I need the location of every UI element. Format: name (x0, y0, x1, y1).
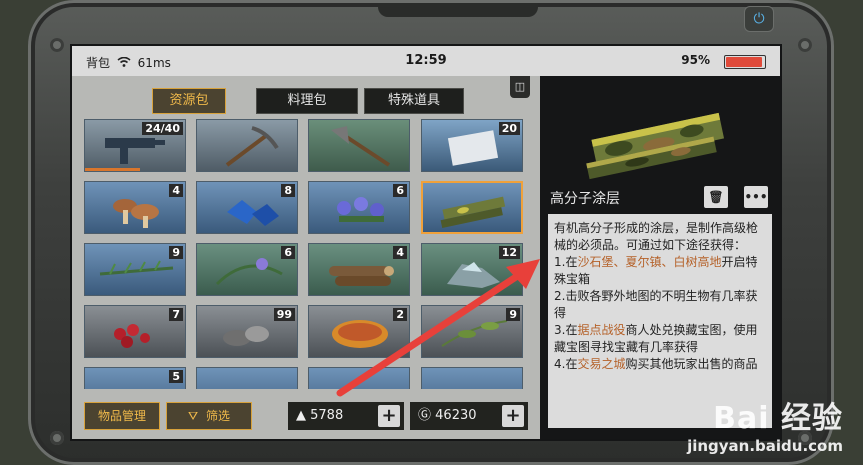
filter-label: 筛选 (206, 409, 231, 423)
inventory-slot-leaf-branch[interactable]: 9 (421, 305, 523, 358)
inventory-slot-partial[interactable] (308, 367, 410, 389)
item-count: 6 (393, 184, 407, 197)
bolt-decoration (798, 38, 812, 52)
partial-icon (309, 368, 410, 389)
silver-amount: 5788 (310, 408, 344, 423)
inventory-slot-wood-logs[interactable]: 4 (308, 243, 410, 296)
desc-line-3: 3.在据点战役商人处兑换藏宝图，使用藏宝图寻找宝藏有几率获得 (554, 322, 766, 356)
desc-intro: 有机高分子形成的涂层，是制作高级枪械的必须品。可通过如下途径获得： (554, 221, 759, 252)
item-manage-button[interactable]: 物品管理 (84, 402, 160, 430)
desc-highlight-place: 交易之城 (577, 357, 626, 371)
desc-highlight-places: 沙石堡、夏尔镇、白树高地 (577, 255, 722, 269)
bolt-decoration (50, 38, 64, 52)
inventory-slot-mushrooms[interactable]: 4 (84, 181, 186, 234)
inventory-slot-axe[interactable] (308, 119, 410, 172)
battery-percent: 95% (681, 53, 710, 67)
battery-icon (724, 55, 766, 69)
bolt-decoration (50, 431, 64, 445)
desc-text: 购买其他玩家出售的商品 (625, 357, 758, 371)
add-gold-button[interactable]: + (502, 405, 524, 427)
watermark: Bai 经验 jingyan.baidu.com (687, 393, 843, 455)
add-silver-button[interactable]: + (378, 405, 400, 427)
tab-special-items[interactable]: 特殊道具 (364, 88, 464, 114)
item-count: 24/40 (142, 122, 183, 135)
inventory-slot-herb-flower[interactable]: 6 (196, 243, 298, 296)
partial-icon (197, 368, 298, 389)
item-count: 20 (498, 122, 520, 135)
desc-highlight-place: 据点战役 (577, 323, 626, 337)
silver-icon: ▲ (296, 408, 306, 423)
camo-coating-preview-icon (586, 112, 725, 180)
item-count: 12 (498, 246, 520, 259)
battery-fill (726, 57, 763, 67)
item-count: 9 (169, 246, 183, 259)
item-grid: 24/40 20 4 8 6 9 6 4 12 7 99 2 9 5 (84, 119, 530, 389)
inventory-slot-red-berries[interactable]: 7 (84, 305, 186, 358)
tab-cooking-pack[interactable]: 料理包 (256, 88, 358, 114)
status-bar: 背包 61ms 12:59 95% (72, 46, 780, 76)
desc-text: 1.在 (554, 255, 578, 269)
item-count: 7 (169, 308, 183, 321)
item-count: 5 (169, 370, 183, 383)
inventory-slot-partial[interactable] (421, 367, 523, 389)
inventory-panel: 资源包 料理包 特殊道具 ◫ 24/40 20 4 8 6 9 6 4 12 7 99 2 9 5 物品管… (72, 76, 540, 439)
tab-resource-pack[interactable]: 资源包 (152, 88, 226, 114)
trash-icon[interactable]: 🗑 (704, 186, 728, 208)
power-button[interactable]: ⏻ (744, 6, 774, 32)
inventory-slot-partial[interactable] (196, 367, 298, 389)
pin-icon[interactable]: ◫ (510, 76, 530, 98)
inventory-slot-blue-crystals[interactable]: 8 (196, 181, 298, 234)
more-icon[interactable]: ••• (744, 186, 768, 208)
gold-amount: 46230 (435, 408, 477, 423)
watermark-logo: Bai 经验 (713, 401, 843, 436)
axe-icon (331, 126, 391, 167)
item-count: 4 (169, 184, 183, 197)
item-count: 6 (281, 246, 295, 259)
desc-text: 4.在 (554, 357, 578, 371)
currency-silver: ▲ 5788 + (288, 402, 404, 430)
filter-button[interactable]: ⛛ 筛选 (166, 402, 252, 430)
watermark-url: jingyan.baidu.com (687, 437, 843, 455)
inventory-slot-sealed-package[interactable]: 20 (421, 119, 523, 172)
item-count: 2 (393, 308, 407, 321)
inventory-slot-submachine-gun[interactable]: 24/40 (84, 119, 186, 172)
item-count: 99 (273, 308, 295, 321)
item-count: 9 (506, 308, 520, 321)
item-detail-panel: 高分子涂层 🗑 ••• 有机高分子形成的涂层，是制作高级枪械的必须品。可通过如下… (540, 76, 780, 439)
inventory-slot-pickaxe[interactable] (196, 119, 298, 172)
inventory-slot-purple-flowers[interactable]: 6 (308, 181, 410, 234)
inventory-slot-pine-sprig[interactable]: 9 (84, 243, 186, 296)
item-name: 高分子涂层 (550, 191, 620, 207)
desc-line-1: 1.在沙石堡、夏尔镇、白树高地开启特殊宝箱 (554, 254, 766, 288)
desc-line-2: 2.击败各野外地图的不明生物有几率获得 (554, 289, 758, 320)
inventory-slot-partial[interactable]: 5 (84, 367, 186, 389)
partial-icon (422, 368, 523, 389)
power-icon: ⏻ (753, 11, 765, 27)
device-top-notch (378, 3, 538, 17)
desc-line-4: 4.在交易之城购买其他玩家出售的商品 (554, 356, 766, 373)
clock: 12:59 (405, 53, 447, 68)
device-screen: 背包 61ms 12:59 95% 资源包 料理包 特殊道具 ◫ 24/40 20… (70, 44, 782, 441)
filter-icon: ⛛ (187, 409, 199, 423)
bottom-toolbar: 物品管理 ⛛ 筛选 ▲ 5788 + Ⓖ 46230 + (84, 402, 530, 432)
inventory-slot-canned-food[interactable]: 2 (308, 305, 410, 358)
currency-gold: Ⓖ 46230 + (410, 402, 528, 430)
pickaxe-icon (225, 126, 279, 167)
inventory-slot-stones[interactable]: 99 (196, 305, 298, 358)
desc-text: 3.在 (554, 323, 578, 337)
inventory-slot-camo-coating[interactable] (421, 181, 523, 234)
gold-icon: Ⓖ (418, 408, 432, 423)
durability-bar (85, 168, 140, 171)
inventory-slot-ore-chunks[interactable]: 12 (421, 243, 523, 296)
camo-coating-icon (440, 196, 506, 229)
item-count: 8 (281, 184, 295, 197)
item-count: 4 (393, 246, 407, 259)
